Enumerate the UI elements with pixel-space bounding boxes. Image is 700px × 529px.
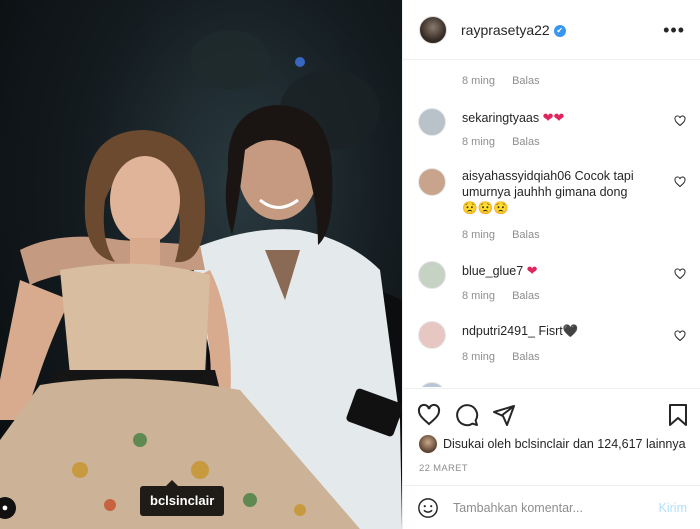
reply-link[interactable]: Balas (512, 136, 540, 148)
liked-by-user[interactable]: bclsinclair (515, 437, 570, 451)
liked-by-connector: dan (572, 437, 594, 451)
photo-tag-label[interactable]: bclsinclair (140, 480, 225, 516)
share-paper-plane-icon[interactable] (492, 403, 516, 427)
reply-link[interactable]: Balas (512, 351, 540, 363)
comment-meta: 8 ming Balas (462, 351, 554, 363)
like-comment-heart-icon[interactable] (674, 330, 686, 342)
emoji-smiley-icon[interactable] (417, 497, 439, 519)
liked-by-avatar (419, 435, 437, 453)
comment-list[interactable]: 8 ming Balas sekaringtyaas ❤❤ 8 ming Bal… (403, 60, 700, 387)
commenter-avatar[interactable] (418, 382, 446, 387)
liked-by-suffix: lainnya (645, 437, 686, 451)
comment-meta: 8 ming Balas (462, 229, 554, 241)
comment-emoji: 😟😟😟 (462, 201, 509, 215)
author-username-row: rayprasetya22 ✔ (461, 22, 566, 38)
commenter-username[interactable]: sekaringtyaas (462, 111, 539, 125)
add-comment-bar: Kirim (403, 485, 700, 529)
like-comment-heart-icon[interactable] (674, 176, 686, 188)
verified-badge-icon: ✔ (553, 24, 566, 37)
comment-meta: 8 ming Balas (462, 136, 554, 148)
author-avatar[interactable] (419, 15, 447, 44)
action-icon-row (417, 403, 687, 427)
comment-item: aisyahassyidqiah06 Cocok tapi umurnya ja… (418, 168, 688, 238)
like-comment-heart-icon[interactable] (674, 268, 686, 280)
comment-emoji: ❤ (526, 263, 538, 278)
comment-text: ndputri2491_ Fisrt🖤 (462, 323, 672, 339)
comment-time: 8 ming (462, 229, 496, 241)
comment-time: 8 ming (462, 75, 496, 87)
commenter-avatar[interactable] (418, 261, 446, 289)
reply-link[interactable]: Balas (512, 229, 540, 241)
commenter-avatar[interactable] (418, 168, 446, 196)
like-comment-heart-icon[interactable] (674, 115, 686, 127)
comment-emoji: ❤❤ (542, 110, 565, 125)
commenter-avatar[interactable] (418, 108, 446, 136)
post-photo[interactable]: ● bclsinclair (0, 0, 402, 529)
save-bookmark-icon[interactable] (667, 403, 689, 427)
comment-text: sekaringtyaas ❤❤ (462, 110, 672, 126)
comment-body: Fisrt🖤 (538, 324, 579, 338)
comment-meta: 8 ming Balas (462, 290, 554, 302)
commenter-avatar[interactable] (418, 321, 446, 349)
post-side-panel: rayprasetya22 ✔ ••• 8 ming Balas sekaring… (402, 0, 700, 529)
post-comment-button[interactable]: Kirim (659, 501, 687, 515)
comment-text: aisyahassyidqiah06 Cocok tapi umurnya ja… (462, 168, 672, 216)
author-username[interactable]: rayprasetya22 (461, 22, 550, 38)
more-options-icon[interactable]: ••• (663, 20, 685, 41)
post-header: rayprasetya22 ✔ ••• (403, 0, 700, 60)
likes-count[interactable]: 124,617 (597, 437, 642, 451)
comment-time: 8 ming (462, 136, 496, 148)
comment-text: blue_glue7 ❤ (462, 263, 672, 279)
comment-bubble-icon[interactable] (455, 403, 479, 427)
commenter-username[interactable]: blue_glue7 (462, 264, 523, 278)
commenter-username[interactable]: ndputri2491_ (462, 324, 535, 338)
photo-illustration (0, 30, 402, 529)
commenter-username[interactable]: aisyahassyidqiah06 (462, 169, 571, 183)
comment-time: 8 ming (462, 351, 496, 363)
liked-by-row[interactable]: Disukai oleh bclsinclair dan 124,617 lai… (419, 435, 686, 453)
add-comment-input[interactable] (453, 500, 659, 515)
comment-meta: 8 ming Balas (462, 75, 554, 87)
reply-link[interactable]: Balas (512, 75, 540, 87)
reply-link[interactable]: Balas (512, 290, 540, 302)
like-heart-icon[interactable] (417, 403, 441, 427)
post-date[interactable]: 22 MARET (419, 463, 468, 474)
comment-time: 8 ming (462, 290, 496, 302)
liked-by-prefix: Disukai oleh (443, 437, 512, 451)
